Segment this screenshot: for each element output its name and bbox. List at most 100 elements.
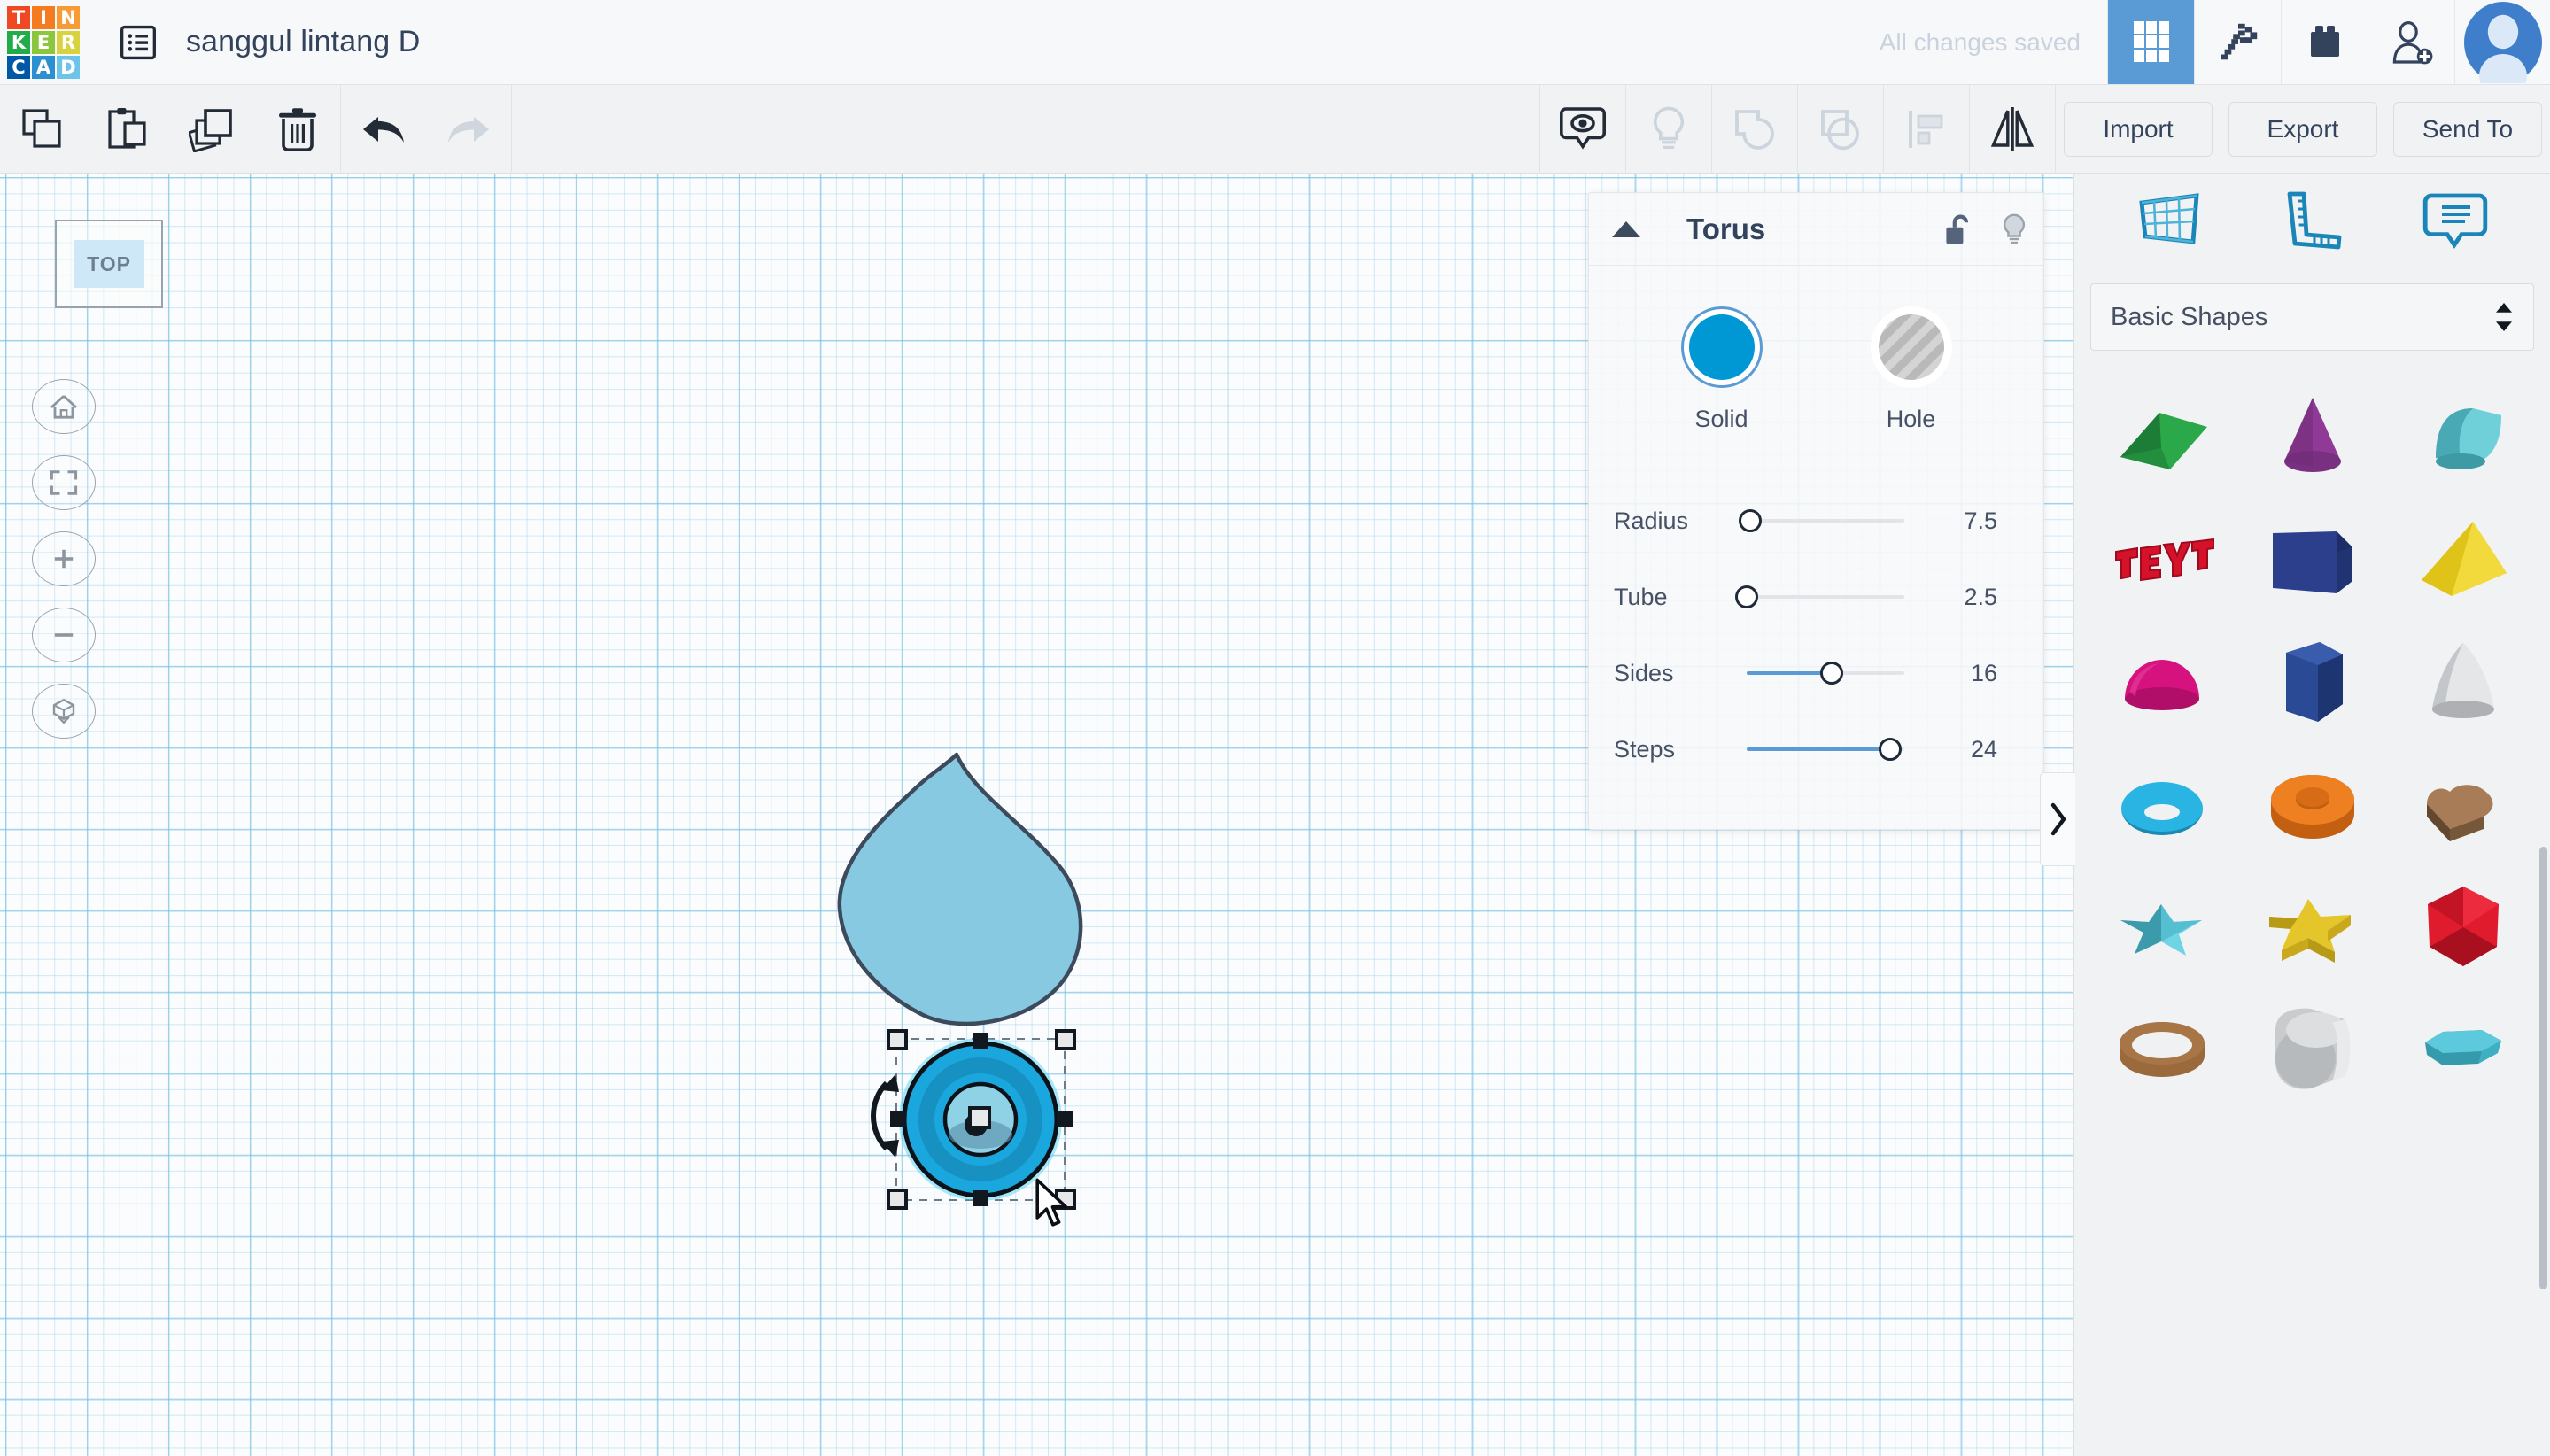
fit-view-button[interactable] [32, 455, 96, 510]
light-toggle-button[interactable] [1985, 213, 2043, 246]
redo-button[interactable] [426, 85, 511, 174]
document-title[interactable]: sanggul lintang D [186, 0, 420, 84]
duplicate-icon [189, 108, 232, 152]
logo-tile: A [32, 56, 55, 79]
hole-color-swatch [1878, 314, 1944, 380]
shape-heart[interactable] [2388, 744, 2538, 866]
polyhedron-thumbnail [2428, 887, 2499, 966]
right-panel-collapse-button[interactable] [2040, 772, 2075, 866]
paste-button[interactable] [85, 85, 170, 174]
undo-icon [363, 116, 404, 143]
ungroup-button[interactable] [1798, 85, 1883, 174]
shape-pyramid[interactable] [2388, 500, 2538, 622]
steps-slider[interactable] [1747, 738, 1904, 761]
shape-star[interactable] [2237, 866, 2388, 988]
star-3d-thumbnail [2120, 904, 2202, 956]
lightbulb-icon [1653, 106, 1685, 149]
leaf-shape[interactable] [806, 749, 1107, 1033]
save-status-text: All changes saved [1879, 27, 2081, 56]
shape-polygon[interactable] [2388, 866, 2538, 988]
align-button[interactable] [1884, 85, 1969, 174]
shape-star-3d[interactable] [2087, 866, 2237, 988]
duplicate-button[interactable] [170, 85, 255, 174]
tube-value: 2.5 [1964, 583, 1997, 610]
zoom-in-button[interactable] [32, 531, 96, 586]
shape-half-cylinder[interactable] [2388, 377, 2538, 500]
radius-slider[interactable] [1738, 509, 1904, 532]
shape-properties-panel: Torus Solid Hole Radius 7.5 Tube 2.5 Sid… [1588, 192, 2044, 830]
header-button-invite-user[interactable] [2368, 0, 2454, 84]
show-hide-button[interactable] [1540, 85, 1625, 174]
tinkercad-logo[interactable]: T I N K E R C A D [4, 3, 83, 82]
list-icon [120, 25, 156, 59]
home-view-button[interactable] [32, 379, 96, 434]
perspective-cube-icon [52, 698, 75, 724]
panel-collapse-button[interactable] [1589, 192, 1663, 266]
logo-tile: K [7, 31, 30, 54]
hole-swatch-ring [1870, 306, 1952, 388]
logo-tile: T [7, 6, 30, 29]
lock-toggle-button[interactable] [1926, 213, 1985, 246]
view-cube[interactable]: TOP [55, 220, 163, 308]
plus-icon [54, 549, 74, 569]
paste-icon [108, 107, 146, 149]
note-button[interactable] [2421, 189, 2490, 257]
workplane-icon [2139, 192, 2199, 244]
sidebar-scrollbar[interactable] [2539, 847, 2547, 1289]
shape-hex-prism[interactable] [2237, 622, 2388, 744]
shape-box[interactable] [2237, 500, 2388, 622]
logo-tile: E [32, 31, 55, 54]
properties-header: Torus [1589, 192, 2043, 266]
hole-mode-button[interactable]: Hole [1870, 306, 1952, 433]
delete-button[interactable] [255, 85, 340, 174]
send-to-button[interactable]: Send To [2393, 101, 2542, 157]
mouse-cursor [1035, 1178, 1067, 1227]
star-thumbnail [2269, 899, 2351, 963]
light-button[interactable] [1626, 85, 1711, 174]
properties-title: Torus [1686, 212, 1766, 245]
user-avatar-button[interactable] [2454, 0, 2550, 84]
unlocked-padlock-icon [1946, 214, 1969, 244]
shape-torus[interactable] [2087, 744, 2237, 866]
document-list-button[interactable] [110, 0, 167, 84]
export-button[interactable]: Export [2228, 101, 2377, 157]
shape-wedge[interactable] [2087, 377, 2237, 500]
ruler-button[interactable] [2277, 189, 2346, 257]
zoom-out-button[interactable] [32, 608, 96, 662]
logo-tile: R [57, 31, 80, 54]
ungroup-icon [1821, 109, 1859, 150]
shape-octagon[interactable] [2388, 988, 2538, 1111]
triangle-up-icon [1611, 221, 1640, 237]
toolbar-divider [511, 84, 512, 174]
shape-dome[interactable] [2087, 622, 2237, 744]
header-button-codeblocks[interactable] [2194, 0, 2281, 84]
avatar [2463, 1, 2542, 83]
mirror-button[interactable] [1970, 85, 2055, 174]
solid-mode-button[interactable]: Solid [1680, 306, 1763, 433]
shape-ring[interactable] [2087, 988, 2237, 1111]
shape-round-roof[interactable] [2237, 988, 2388, 1111]
hole-mode-label: Hole [1886, 406, 1936, 432]
shape-tube[interactable] [2237, 744, 2388, 866]
copy-button[interactable] [0, 85, 85, 174]
shape-paraboloid[interactable] [2388, 622, 2538, 744]
tube-slider[interactable] [1735, 585, 1904, 608]
group-button[interactable] [1712, 85, 1797, 174]
shape-category-select[interactable]: Basic Shapes [2090, 283, 2534, 351]
chevron-updown-icon [2496, 303, 2512, 331]
workplane-button[interactable] [2135, 189, 2204, 257]
shape-cone[interactable] [2237, 377, 2388, 500]
tube-label: Tube [1614, 583, 1668, 610]
pickaxe-icon [2221, 23, 2257, 59]
rounded-cube-thumbnail [2275, 1008, 2350, 1089]
header-button-blocks[interactable] [2281, 0, 2368, 84]
sides-slider[interactable] [1747, 662, 1904, 685]
align-icon [1909, 110, 1943, 148]
undo-button[interactable] [341, 85, 426, 174]
group-icon [1735, 109, 1774, 150]
wedge-thumbnail [2120, 413, 2207, 469]
import-button[interactable]: Import [2064, 101, 2213, 157]
shape-text[interactable] [2087, 500, 2237, 622]
perspective-toggle-button[interactable] [32, 684, 96, 739]
header-button-3d-design[interactable] [2107, 0, 2194, 84]
